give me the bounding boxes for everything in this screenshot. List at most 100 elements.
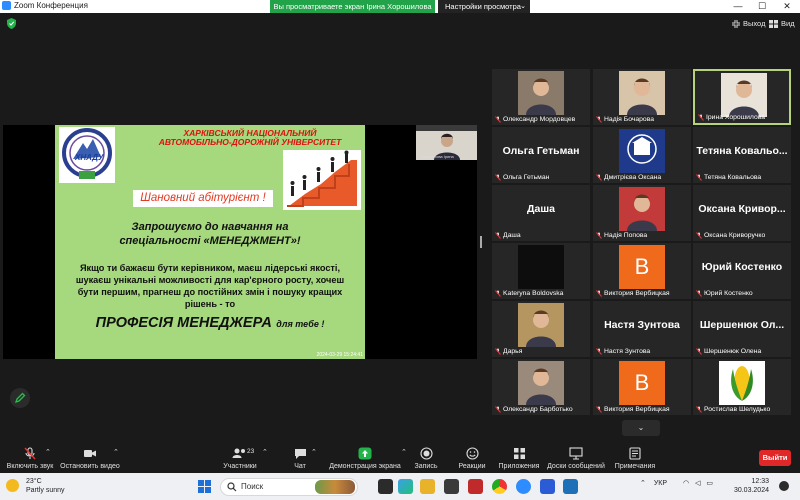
participant-tile[interactable]: Настя Зунтова Настя Зунтова (593, 301, 691, 357)
weather-desc: Partly sunny (26, 487, 65, 494)
participant-avatar: B (619, 245, 665, 289)
app-icon-red[interactable] (468, 479, 483, 494)
volume-icon[interactable]: ◁ (695, 480, 700, 487)
participant-tile[interactable]: Тетяна Ковальо... Тетяна Ковальова (693, 127, 791, 183)
participant-tile[interactable]: Олександр Барботько (492, 359, 590, 415)
view-button[interactable]: Вид (769, 19, 795, 28)
participant-tile[interactable]: Олександр Мордовцев (492, 69, 590, 125)
more-participants-button[interactable]: ⌄ (622, 420, 660, 436)
store-icon[interactable] (444, 479, 459, 494)
windows-taskbar: 23°C Partly sunny Поиск ⌃ УКР ◠ ◁ ▭ 12:3… (0, 473, 800, 500)
participants-label: Участники (223, 463, 257, 470)
app-icon-blue[interactable] (563, 479, 578, 494)
mic-muted-icon (696, 232, 702, 239)
participant-tile[interactable]: B Виктория Вербицкая (593, 243, 691, 299)
presenter-camera-thumbnail: Хорошилова Ірина (416, 125, 477, 160)
language-indicator[interactable]: УКР (654, 480, 667, 487)
exit-fullscreen-button[interactable]: Выход (732, 19, 765, 28)
participant-video (721, 73, 767, 117)
task-view-icon[interactable] (378, 479, 393, 494)
taskbar-clock[interactable]: 12:33 30.03.2024 (733, 477, 769, 495)
mic-muted-icon (596, 174, 602, 181)
participant-name: Надія Бочарова (604, 116, 655, 123)
video-camera-icon (84, 450, 96, 457)
participant-tile[interactable]: Юрий Костенко Юрий Костенко (693, 243, 791, 299)
file-explorer-icon[interactable] (420, 479, 435, 494)
taskbar-search-box[interactable]: Поиск (220, 478, 358, 496)
leave-button[interactable]: Выйти (759, 450, 791, 466)
participant-tile[interactable]: Дмитрієва Оксана (593, 127, 691, 183)
whiteboards-button[interactable]: Доски сообщений (546, 447, 606, 470)
record-button[interactable]: Запись (411, 447, 441, 470)
participant-video (518, 71, 564, 115)
windows-start-icon[interactable] (198, 480, 211, 493)
video-options-caret[interactable]: ⌃ (113, 448, 119, 456)
shared-screen[interactable]: ХНАДУ ХАРКІВСЬКИЙ НАЦІОНАЛЬНИЙ АВТОМОБІЛ… (3, 125, 477, 359)
stop-video-label: Остановить видео (60, 463, 120, 470)
participant-video (619, 187, 665, 231)
mic-muted-icon (596, 348, 602, 355)
participant-name: Юрий Костенко (704, 290, 753, 297)
reactions-button[interactable]: Реакции (452, 447, 492, 470)
participant-name: Тетяна Ковальова (704, 174, 762, 181)
chat-button[interactable]: Чат (286, 447, 314, 470)
zoom-logo-icon (2, 1, 11, 10)
battery-icon[interactable]: ▭ (706, 480, 713, 487)
profession-line: ПРОФЕСІЯ МЕНЕДЖЕРА для тебе ! (67, 314, 353, 332)
shield-icon[interactable] (7, 18, 16, 29)
share-screen-button[interactable]: Демонстрация экрана (326, 447, 404, 470)
chat-icon (294, 449, 306, 459)
apps-label: Приложения (498, 463, 540, 470)
participant-name: Kateryna Boldovska (503, 290, 564, 297)
participant-tile[interactable]: Ростислав Шелудько (693, 359, 791, 415)
chat-options-caret[interactable]: ⌃ (311, 448, 317, 456)
participant-tile[interactable]: Оксана Кривор... Оксана Криворучко (693, 185, 791, 241)
participant-tile[interactable]: Шершенюк Ол... Шершенюк Олена (693, 301, 791, 357)
apps-button[interactable]: Приложения (496, 447, 542, 470)
app-title-area: Zoom Конференция (2, 1, 88, 10)
mic-muted-icon (696, 290, 702, 297)
participant-display-name: Юрий Костенко (701, 261, 783, 273)
participant-video (518, 245, 564, 289)
participant-tile[interactable]: Надія Бочарова (593, 69, 691, 125)
edge-browser-icon[interactable] (398, 479, 413, 494)
whiteboards-label: Доски сообщений (547, 463, 605, 470)
annotate-button[interactable] (10, 388, 30, 408)
participant-tile[interactable]: Надія Попова (593, 185, 691, 241)
participant-avatar (619, 129, 665, 173)
share-options-caret[interactable]: ⌃ (401, 448, 407, 456)
participant-display-name: Тетяна Ковальо... (696, 145, 788, 157)
zoom-taskbar-icon[interactable] (516, 479, 531, 494)
mic-muted-icon (495, 174, 501, 181)
mic-muted-icon (495, 290, 501, 297)
notes-button[interactable]: Примечания (612, 447, 658, 470)
wifi-icon[interactable]: ◠ (683, 480, 689, 487)
maximize-button[interactable]: ☐ (750, 0, 774, 13)
invite-line1: Запрошуємо до навчання на (131, 221, 289, 233)
notifications-icon[interactable] (779, 481, 789, 491)
close-button[interactable]: ✕ (775, 0, 799, 13)
logo-text: ХНАДУ (75, 153, 104, 162)
career-stairs-icon (287, 150, 357, 207)
participant-tile[interactable]: Дарья (492, 301, 590, 357)
system-tray[interactable]: ⌃ УКР ◠ ◁ ▭ (640, 479, 713, 487)
participant-tile[interactable]: Ольга Гетьман Ольга Гетьман (492, 127, 590, 183)
participant-name: Оксана Криворучко (704, 232, 766, 239)
unmute-label: Включить звук (6, 463, 54, 470)
participant-tile[interactable]: B Виктория Вербицкая (593, 359, 691, 415)
word-icon[interactable] (540, 479, 555, 494)
participant-tile[interactable]: Даша Даша (492, 185, 590, 241)
mic-muted-icon (596, 116, 602, 123)
chrome-icon[interactable] (492, 479, 507, 494)
participants-options-caret[interactable]: ⌃ (262, 448, 268, 456)
participant-display-name: Оксана Кривор... (698, 203, 786, 215)
participants-button[interactable]: Участники 23 (220, 447, 260, 470)
view-options-button[interactable]: Настройки просмотра ⌄ (438, 0, 530, 13)
minimize-button[interactable]: — (726, 0, 750, 13)
tray-overflow-caret[interactable]: ⌃ (640, 480, 646, 487)
participant-tile[interactable]: Kateryna Boldovska (492, 243, 590, 299)
participant-tile[interactable]: Ірина Хорошилова (693, 69, 791, 125)
mic-muted-icon (495, 406, 501, 413)
resize-handle[interactable] (480, 236, 482, 248)
audio-options-caret[interactable]: ⌃ (45, 448, 51, 456)
